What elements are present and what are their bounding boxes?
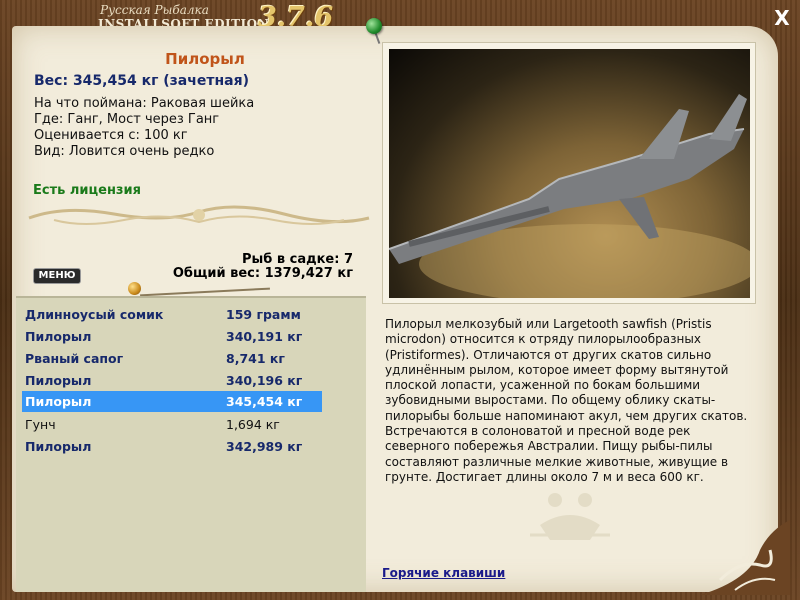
valuation-info: Оценивается с: 100 кг [34,128,188,143]
sawfish-image [389,94,750,298]
catch-fish-name: Гунч [25,417,56,432]
catch-fish-weight: 159 грамм [226,307,301,322]
catch-fish-name: Пилорыл [25,394,92,409]
cage-total-weight: Общий вес: 1379,427 кг [172,266,353,281]
fish-photo [389,49,750,298]
catch-fish-weight: 1,694 кг [226,417,280,432]
catch-fish-name: Рваный сапог [25,351,124,366]
catch-fish-name: Пилорыл [25,439,92,454]
catch-row[interactable]: Пилорыл 342,989 кг [22,436,322,457]
menu-button[interactable]: МЕНЮ [33,268,81,284]
catch-fish-name: Длинноусый сомик [25,307,164,322]
watermark-icon [530,493,610,540]
catch-fish-weight: 340,191 кг [226,329,303,344]
catch-row[interactable]: Пилорыл 340,196 кг [22,370,322,391]
ornament-divider-icon [28,205,370,225]
catch-row[interactable]: Гунч 1,694 кг [22,414,322,435]
page-curl-icon [700,520,790,595]
bait-info: На что поймана: Раковая шейка [34,96,255,111]
catch-fish-name: Пилорыл [25,373,92,388]
fish-weight: Вес: 345,454 кг (зачетная) [34,73,249,89]
gold-pin-icon [128,282,141,295]
catch-row[interactable]: Длинноусый сомик 159 грамм [22,304,322,325]
cage-count: Рыб в садке: 7 [241,252,353,267]
catch-fish-name: Пилорыл [25,329,92,344]
app-title-line1: Русская Рыбалка [100,3,209,17]
catch-fish-weight: 345,454 кг [226,394,303,409]
catch-row[interactable]: Рваный сапог 8,741 кг [22,348,322,369]
location-info: Где: Ганг, Мост через Ганг [34,112,220,127]
catch-row[interactable]: Пилорыл 345,454 кг [22,391,322,412]
catch-fish-weight: 8,741 кг [226,351,285,366]
catch-fish-weight: 340,196 кг [226,373,303,388]
green-pin-icon [366,18,382,34]
catch-fish-weight: 342,989 кг [226,439,303,454]
fish-name: Пилорыл [165,50,245,68]
fish-description: Пилорыл мелкозубый или Largetooth sawfis… [385,317,748,484]
rarity-info: Вид: Ловится очень редко [34,144,215,159]
hotkeys-link[interactable]: Горячие клавиши [382,566,505,580]
close-button[interactable]: X [770,6,794,30]
license-status: Есть лицензия [33,183,141,198]
catch-row[interactable]: Пилорыл 340,191 кг [22,326,322,347]
